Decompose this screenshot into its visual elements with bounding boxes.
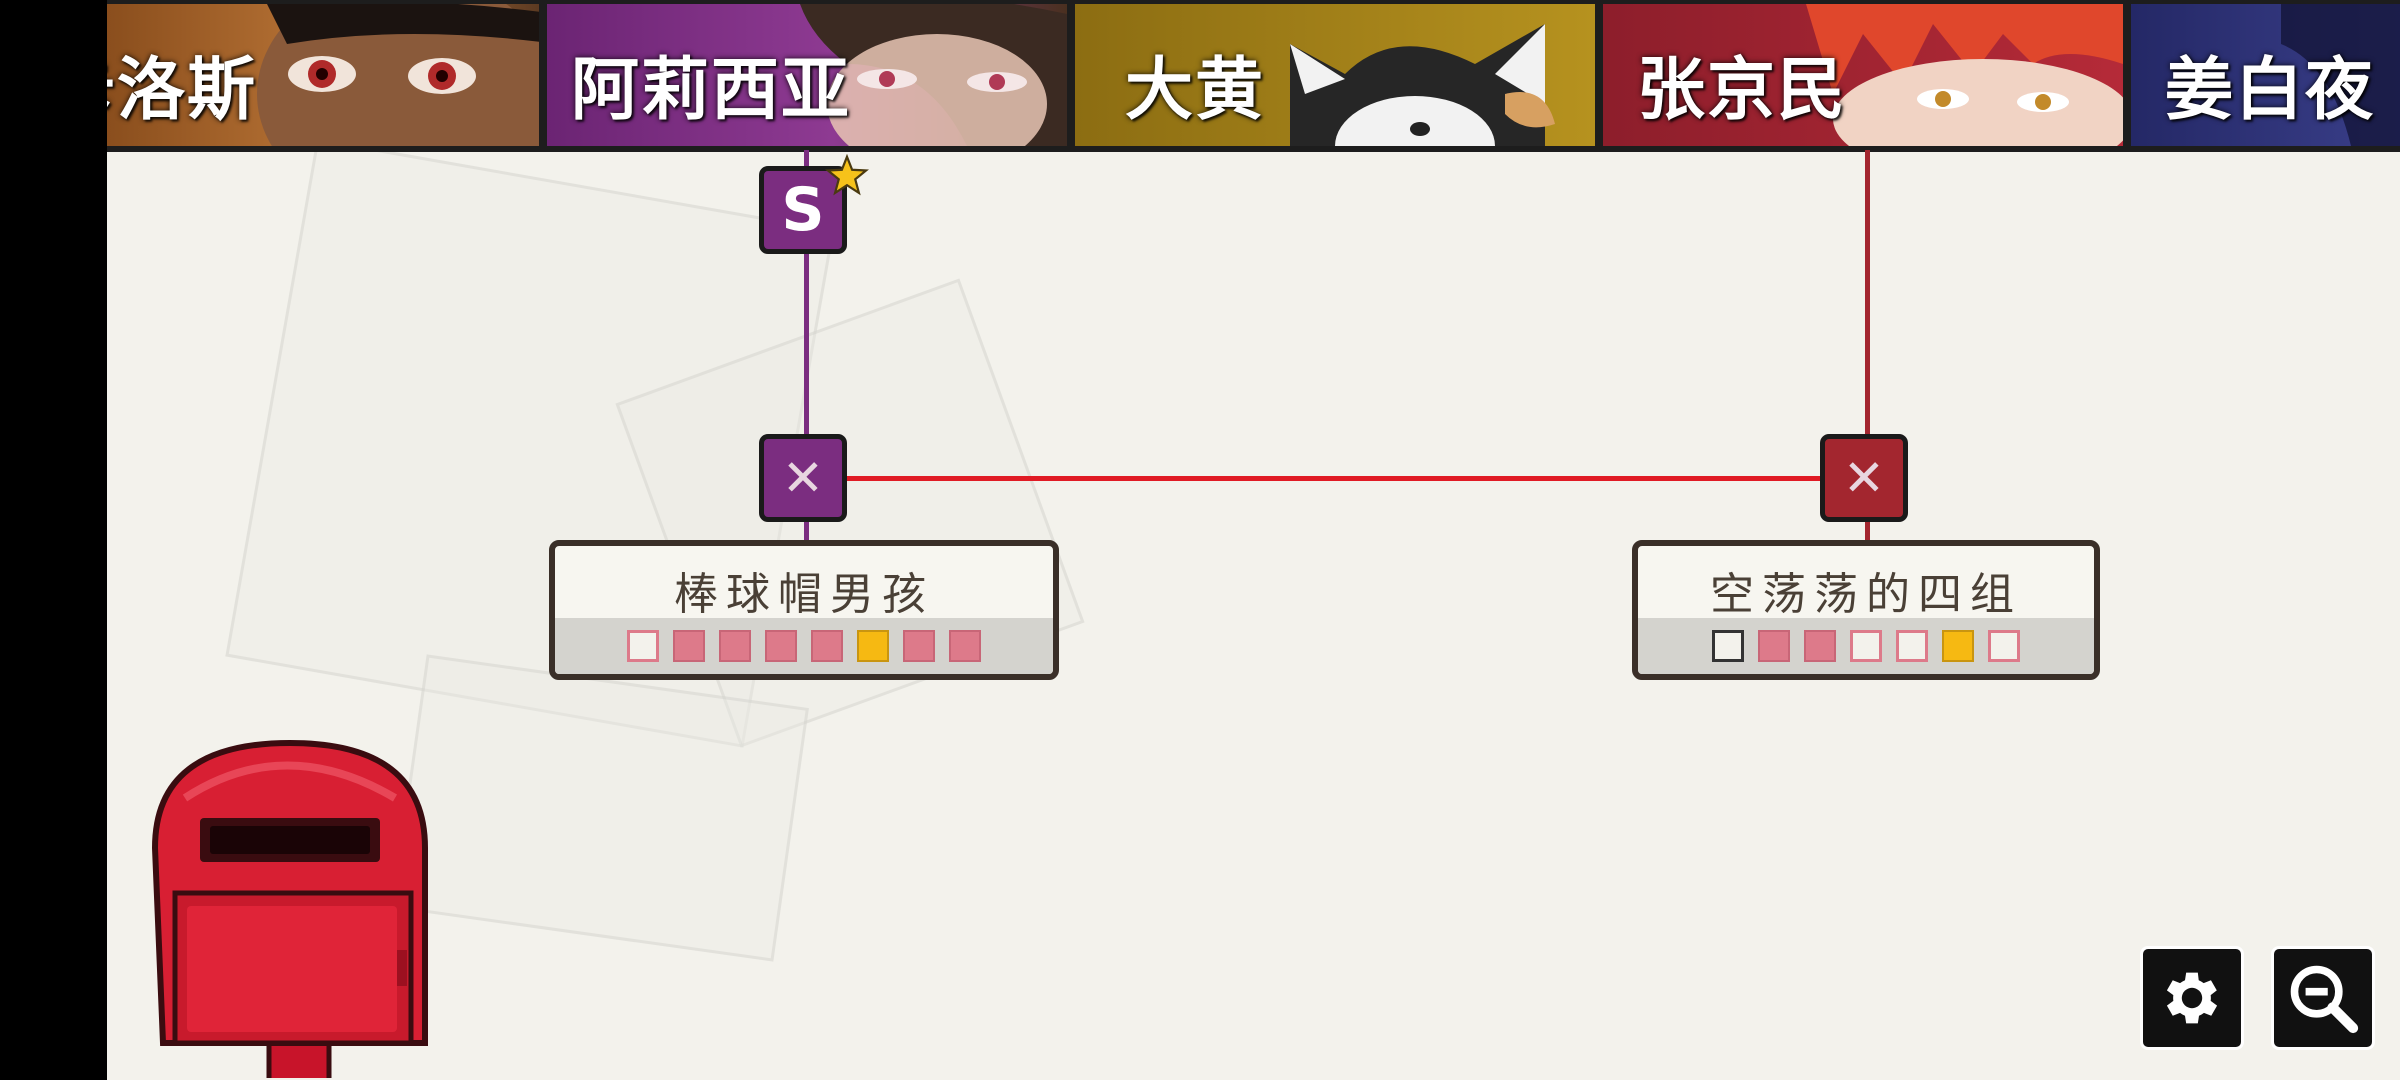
zoom-out-icon	[2290, 965, 2359, 1034]
zhang-scene-node[interactable]: ✕	[1820, 434, 1908, 522]
scene-card-empty-group-four[interactable]: 空荡荡的四组	[1632, 540, 2100, 680]
progress-square-filled	[1804, 630, 1836, 662]
character-bar: 卡洛斯 阿莉西亚	[107, 0, 2400, 152]
progress-square-dark	[1712, 630, 1744, 662]
gear-icon	[2166, 972, 2218, 1024]
s-rank-label: S	[781, 175, 825, 245]
settings-button[interactable]	[2140, 946, 2244, 1050]
character-tab-dahuang[interactable]: 大黄	[1075, 4, 1595, 146]
character-name-jiang-baiye: 姜白夜	[2165, 51, 2376, 130]
progress-square-filled	[673, 630, 705, 662]
progress-square-empty	[1896, 630, 1928, 662]
scene-card-title: 棒球帽男孩	[674, 569, 934, 620]
progress-square-filled	[949, 630, 981, 662]
character-name-zhang-jingmin: 张京民	[1637, 51, 1848, 130]
alicia-scene-node[interactable]: ✕	[759, 434, 847, 522]
progress-square-gold	[1942, 630, 1974, 662]
progress-square-gold	[857, 630, 889, 662]
progress-square-filled	[903, 630, 935, 662]
progress-squares	[555, 618, 1053, 674]
mailbox-icon[interactable]	[145, 738, 445, 1078]
progress-square-empty	[627, 630, 659, 662]
progress-square-empty	[1850, 630, 1882, 662]
progress-squares	[1638, 618, 2094, 674]
close-icon: ✕	[1843, 449, 1885, 507]
character-tab-zhang-jingmin[interactable]: 张京民	[1603, 4, 2123, 146]
game-board: 卡洛斯 阿莉西亚	[107, 0, 2400, 1080]
scene-card-baseball-cap-boy[interactable]: 棒球帽男孩	[549, 540, 1059, 680]
character-tab-alicia[interactable]: 阿莉西亚	[547, 4, 1067, 146]
progress-square-filled	[811, 630, 843, 662]
star-icon	[825, 154, 869, 196]
zoom-out-button[interactable]	[2271, 946, 2375, 1050]
progress-square-filled	[1758, 630, 1790, 662]
character-name-dahuang: 大黄	[1125, 51, 1266, 130]
progress-square-empty	[1988, 630, 2020, 662]
character-tab-carlos[interactable]: 卡洛斯	[107, 4, 539, 146]
connector-line	[847, 476, 1827, 481]
close-icon: ✕	[782, 449, 824, 507]
character-name-carlos: 卡洛斯	[107, 51, 258, 130]
background-panel	[391, 654, 809, 962]
character-tab-jiang-baiye[interactable]: 姜白夜	[2131, 4, 2400, 146]
progress-square-filled	[765, 630, 797, 662]
scene-card-title: 空荡荡的四组	[1710, 569, 2022, 620]
character-name-alicia: 阿莉西亚	[571, 51, 852, 130]
progress-square-filled	[719, 630, 751, 662]
